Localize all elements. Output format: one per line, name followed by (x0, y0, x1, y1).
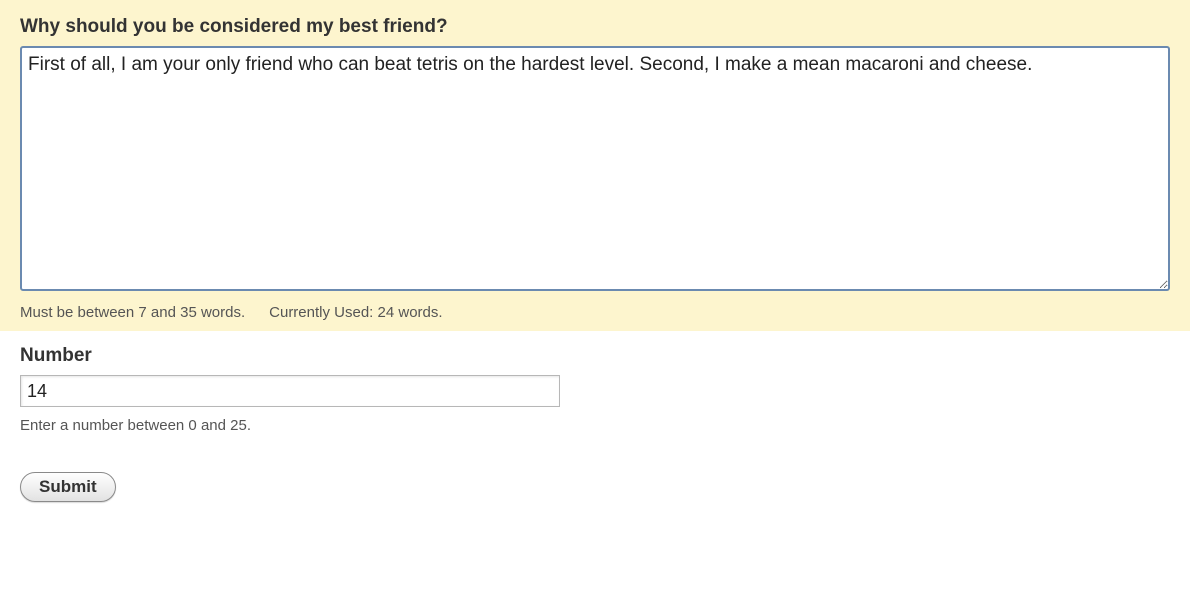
essay-hint-count: Currently Used: 24 words. (269, 304, 442, 321)
essay-hint-row: Must be between 7 and 35 words. Currently… (20, 304, 1170, 321)
submit-button[interactable]: Submit (20, 472, 116, 502)
number-label: Number (20, 345, 1170, 367)
form-container: Why should you be considered my best fri… (0, 0, 1190, 502)
essay-field-group: Why should you be considered my best fri… (0, 0, 1190, 331)
essay-hint-range: Must be between 7 and 35 words. (20, 304, 245, 321)
essay-textarea[interactable] (20, 46, 1170, 291)
number-input[interactable] (20, 375, 560, 407)
submit-row: Submit (0, 448, 1190, 502)
number-field-group: Number Enter a number between 0 and 25. (0, 345, 1190, 434)
essay-label: Why should you be considered my best fri… (20, 16, 1170, 38)
number-hint: Enter a number between 0 and 25. (20, 417, 1170, 434)
